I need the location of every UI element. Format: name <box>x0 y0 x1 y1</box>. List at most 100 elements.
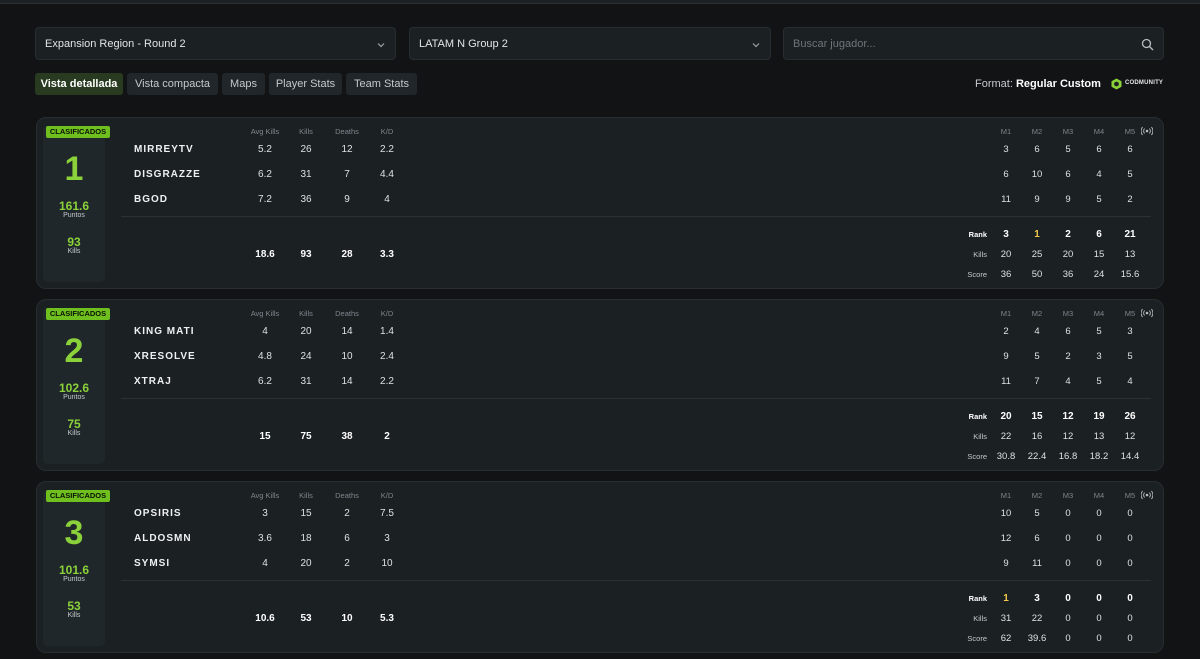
map-team-kills: 16 <box>1031 431 1043 442</box>
format-info: Format: Regular Custom <box>975 78 1101 90</box>
map-rank: 2 <box>1065 229 1071 240</box>
player-map-kills: 9 <box>1034 194 1040 205</box>
map-team-kills: 22 <box>1031 613 1043 624</box>
player-map-kills: 6 <box>1003 169 1009 180</box>
team-points: 102.6 <box>58 381 90 395</box>
player-map-kills: 3 <box>1003 144 1009 155</box>
map-team-kills: 15 <box>1093 249 1105 260</box>
column-header-kd: K/D <box>380 491 394 500</box>
column-header-map: M1 <box>1000 127 1012 136</box>
player-kd: 2.2 <box>380 144 394 155</box>
player-map-kills: 10 <box>1000 508 1012 519</box>
column-header-map: M2 <box>1031 127 1043 136</box>
format-value: Regular Custom <box>1015 78 1101 90</box>
team-points: 161.6 <box>58 199 90 213</box>
player-map-kills: 2 <box>1127 194 1133 205</box>
player-map-kills: 0 <box>1065 508 1071 519</box>
score-row-label: Score <box>967 452 987 461</box>
player-map-kills: 5 <box>1034 508 1040 519</box>
map-score: 36 <box>1062 269 1074 280</box>
player-map-kills: 9 <box>1003 558 1009 569</box>
team-points-label: Puntos <box>63 394 85 401</box>
player-map-kills: 0 <box>1096 508 1102 519</box>
player-map-kills: 6 <box>1127 144 1133 155</box>
player-map-kills: 11 <box>1001 194 1011 205</box>
player-name[interactable]: XTRAJ <box>134 376 172 387</box>
team-kills: 75 <box>67 417 81 431</box>
rank-row-label: Rank <box>968 230 987 239</box>
player-name[interactable]: BGOD <box>134 194 168 205</box>
qualified-badge: CLASIFICADOS <box>46 308 110 320</box>
team-position: 3 <box>64 514 84 552</box>
player-name[interactable]: SYMSI <box>134 558 170 569</box>
team-kills-label: Kills <box>67 248 81 255</box>
player-map-kills: 4 <box>1127 376 1133 387</box>
column-header-kd: K/D <box>380 127 394 136</box>
map-rank: 20 <box>1000 411 1012 422</box>
map-score: 30.8 <box>996 451 1016 462</box>
column-header-map: M1 <box>1000 491 1012 500</box>
tab-team-stats[interactable]: Team Stats <box>346 73 417 95</box>
player-kd: 4 <box>384 194 390 205</box>
player-kd: 2.4 <box>380 351 394 362</box>
map-team-kills: 20 <box>1062 249 1074 260</box>
player-map-kills: 5 <box>1096 326 1102 337</box>
score-row-label: Score <box>967 634 987 643</box>
tab-player-stats[interactable]: Player Stats <box>269 73 342 95</box>
map-team-kills: 13 <box>1124 249 1136 260</box>
column-header-map: M4 <box>1093 127 1105 136</box>
player-map-kills: 5 <box>1127 169 1133 180</box>
map-rank: 12 <box>1062 411 1074 422</box>
map-team-kills: 12 <box>1062 431 1074 442</box>
score-row-label: Score <box>967 270 987 279</box>
player-map-kills: 12 <box>1000 533 1012 544</box>
team-kills-label: Kills <box>67 430 81 437</box>
player-name[interactable]: MIRREYTV <box>134 144 194 155</box>
player-map-kills: 0 <box>1096 558 1102 569</box>
player-name[interactable]: ALDOSMN <box>134 533 192 544</box>
group-select[interactable]: LATAM N Group 2 <box>409 27 771 60</box>
player-map-kills: 10 <box>1031 169 1043 180</box>
map-score: 62 <box>1000 633 1012 644</box>
player-name[interactable]: DISGRAZZE <box>134 169 201 180</box>
rank-row-label: Rank <box>968 412 987 421</box>
team-total-kd: 3.3 <box>380 249 394 260</box>
column-header-kd: K/D <box>380 309 394 318</box>
live-broadcast-icon[interactable] <box>1141 308 1153 318</box>
map-rank: 0 <box>1096 593 1102 604</box>
kills-row-label: Kills <box>973 250 987 259</box>
live-broadcast-icon[interactable] <box>1141 126 1153 136</box>
map-team-kills: 13 <box>1093 431 1105 442</box>
round-select[interactable]: Expansion Region - Round 2 <box>35 27 396 60</box>
player-map-kills: 6 <box>1065 326 1071 337</box>
qualified-badge: CLASIFICADOS <box>46 490 110 502</box>
player-name[interactable]: XRESOLVE <box>134 351 196 362</box>
tab-maps[interactable]: Maps <box>222 73 265 95</box>
player-map-kills: 0 <box>1127 508 1133 519</box>
player-map-kills: 0 <box>1127 558 1133 569</box>
rank-row-label: Rank <box>968 594 987 603</box>
map-rank: 1 <box>1003 593 1009 604</box>
player-map-kills: 6 <box>1034 533 1040 544</box>
team-rank-box: CLASIFICADOS 1 161.6 Puntos 93 Kills <box>43 126 110 282</box>
column-header-map: M3 <box>1062 491 1074 500</box>
map-score: 24 <box>1093 269 1105 280</box>
map-score: 15.6 <box>1120 269 1140 280</box>
map-team-kills: 0 <box>1065 613 1071 624</box>
map-rank: 21 <box>1124 229 1136 240</box>
player-map-kills: 9 <box>1065 194 1071 205</box>
kills-row-label: Kills <box>973 432 987 441</box>
player-name[interactable]: OPSIRIS <box>134 508 182 519</box>
live-broadcast-icon[interactable] <box>1141 490 1153 500</box>
team-card: CLASIFICADOS 1 161.6 Puntos 93 Kills Avg Kills… <box>36 117 1164 289</box>
tab-vista-compacta[interactable]: Vista compacta <box>127 73 218 95</box>
search-input[interactable]: Buscar jugador... <box>783 27 1164 60</box>
tab-vista-detallada[interactable]: Vista detallada <box>35 73 123 95</box>
player-map-kills: 5 <box>1034 351 1040 362</box>
player-name[interactable]: KING MATI <box>134 326 194 337</box>
map-rank: 3 <box>1003 229 1009 240</box>
team-points-label: Puntos <box>63 212 85 219</box>
row-divider <box>121 398 1151 399</box>
map-score: 14.4 <box>1120 451 1140 462</box>
player-map-kills: 9 <box>1003 351 1009 362</box>
